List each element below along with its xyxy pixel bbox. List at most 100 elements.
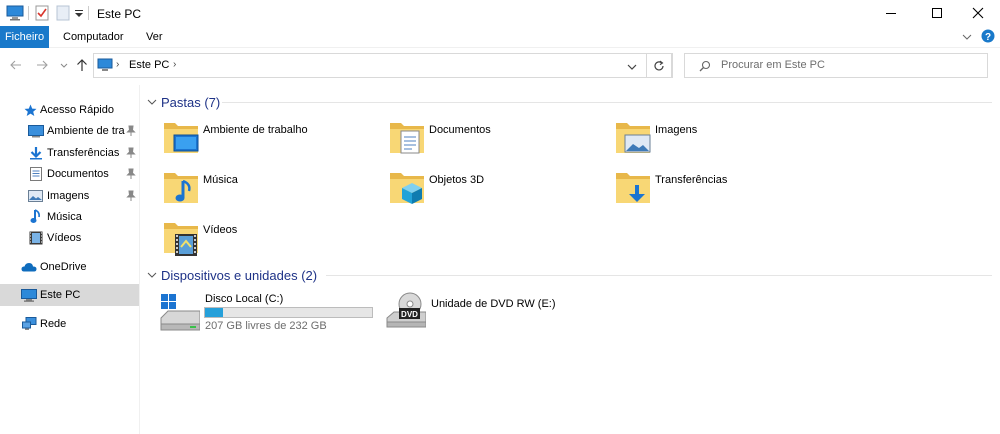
pin-icon[interactable] [126, 168, 136, 180]
customize-toolbar-icon[interactable] [74, 5, 84, 21]
folder-label: Ambiente de trabalho [203, 124, 308, 136]
ribbon-tabs: Ficheiro Computador Ver ? [0, 26, 1000, 48]
computer-icon [6, 5, 24, 21]
maximize-icon [931, 8, 942, 18]
music-icon [30, 209, 40, 223]
documents-folder-icon [390, 123, 424, 154]
3d-objects-folder-icon [390, 173, 424, 204]
new-folder-icon[interactable] [56, 5, 70, 21]
folder-documents[interactable]: Documentos [389, 117, 609, 163]
chevron-down-icon [147, 272, 157, 278]
refresh-button[interactable] [646, 53, 672, 78]
tab-file[interactable]: Ficheiro [0, 26, 49, 48]
minimize-icon [885, 13, 896, 14]
search-input[interactable]: Procurar em Este PC [721, 59, 825, 71]
onedrive-icon [21, 263, 37, 272]
nav-item-pictures[interactable]: Imagens [0, 185, 139, 207]
folder-pictures[interactable]: Imagens [615, 117, 835, 163]
documents-icon [30, 167, 42, 181]
downloads-folder-icon [616, 173, 650, 203]
search-icon [699, 60, 711, 75]
help-icon: ? [981, 29, 995, 43]
folder-music[interactable]: Música [163, 167, 383, 213]
breadcrumb-separator[interactable]: › [173, 59, 176, 70]
nav-item-downloads[interactable]: Transferências [0, 142, 139, 164]
divider [28, 6, 29, 20]
chevron-down-icon [60, 63, 68, 68]
star-icon [24, 104, 37, 116]
breadcrumb-este-pc[interactable]: Este PC [129, 59, 169, 71]
maximize-button[interactable] [914, 0, 959, 26]
drive-e[interactable]: DVD Unidade de DVD RW (E:) [386, 290, 616, 336]
folder-videos[interactable]: Vídeos [163, 217, 383, 263]
nav-item-quick-access[interactable]: Acesso Rápido [0, 99, 139, 121]
tab-computer[interactable]: Computador [56, 26, 131, 48]
pin-icon[interactable] [126, 190, 136, 202]
nav-item-documents[interactable]: Documentos [0, 163, 139, 185]
divider [88, 6, 89, 20]
folder-label: Imagens [655, 124, 698, 136]
folder-label: Objetos 3D [429, 174, 485, 186]
arrow-up-icon [77, 59, 87, 71]
back-button[interactable] [10, 59, 22, 74]
file-explorer-window: Este PC Ficheiro Computador Ver ? › Este… [0, 0, 1000, 434]
folder-label: Vídeos [203, 224, 238, 236]
drive-c[interactable]: Disco Local (C:) 207 GB livres de 232 GB [160, 290, 390, 336]
nav-item-onedrive[interactable]: OneDrive [0, 256, 139, 278]
pictures-folder-icon [616, 123, 651, 153]
drive-label: Unidade de DVD RW (E:) [431, 298, 556, 310]
drive-free-space: 207 GB livres de 232 GB [205, 320, 327, 332]
nav-item-desktop[interactable]: Ambiente de tral [0, 120, 139, 142]
dvd-badge: DVD [401, 310, 418, 319]
nav-item-network[interactable]: Rede [0, 313, 139, 335]
group-title: Pastas (7) [161, 94, 221, 110]
close-icon [972, 7, 983, 19]
properties-icon[interactable] [35, 5, 49, 21]
dvd-drive-icon: DVD [386, 292, 427, 328]
folder-desktop[interactable]: Ambiente de trabalho [163, 117, 383, 163]
chevron-down-icon [962, 34, 972, 40]
chevron-down-icon [147, 99, 157, 105]
nav-item-music[interactable]: Música [0, 206, 139, 228]
expand-ribbon-button[interactable] [961, 31, 973, 46]
refresh-icon [654, 60, 664, 70]
computer-icon [97, 58, 113, 75]
recent-locations-button[interactable] [60, 60, 68, 74]
search-box[interactable]: Procurar em Este PC [684, 53, 988, 78]
folder-3d-objects[interactable]: Objetos 3D [389, 167, 609, 213]
folder-label: Documentos [429, 124, 491, 136]
nav-item-videos[interactable]: Vídeos [0, 227, 139, 249]
folder-label: Música [203, 174, 238, 186]
group-title: Dispositivos e unidades (2) [161, 267, 318, 283]
folder-label: Transferências [655, 174, 728, 186]
close-button[interactable] [955, 0, 1000, 26]
title-bar: Este PC [0, 0, 1000, 26]
videos-icon [29, 231, 43, 245]
svg-text:?: ? [985, 32, 991, 43]
group-divider [326, 275, 992, 276]
navigation-bar: › Este PC › Procurar em Este PC [0, 50, 1000, 80]
minimize-button[interactable] [868, 0, 913, 26]
network-icon [22, 317, 37, 330]
pin-icon[interactable] [126, 147, 136, 159]
nav-item-this-pc[interactable]: Este PC [0, 284, 139, 306]
folder-downloads[interactable]: Transferências [615, 167, 835, 213]
videos-folder-icon [164, 223, 198, 256]
address-bar[interactable]: › Este PC › [93, 53, 673, 78]
breadcrumb-separator: › [116, 59, 120, 70]
forward-button[interactable] [36, 59, 48, 74]
window-title: Este PC [97, 7, 142, 21]
tab-view[interactable]: Ver [139, 26, 170, 48]
up-button[interactable] [76, 59, 88, 75]
pictures-icon [28, 190, 43, 202]
pin-icon[interactable] [126, 125, 136, 137]
navigation-pane: Acesso Rápido Ambiente de tral Transferê… [0, 85, 140, 434]
music-folder-icon [164, 173, 198, 203]
help-button[interactable]: ? [981, 29, 995, 46]
chevron-down-icon [627, 64, 637, 70]
group-header-folders[interactable]: Pastas (7) [147, 93, 220, 111]
group-header-devices[interactable]: Dispositivos e unidades (2) [147, 266, 317, 284]
group-divider [222, 102, 992, 103]
drive-label: Disco Local (C:) [205, 293, 284, 305]
address-history-button[interactable] [627, 61, 637, 75]
